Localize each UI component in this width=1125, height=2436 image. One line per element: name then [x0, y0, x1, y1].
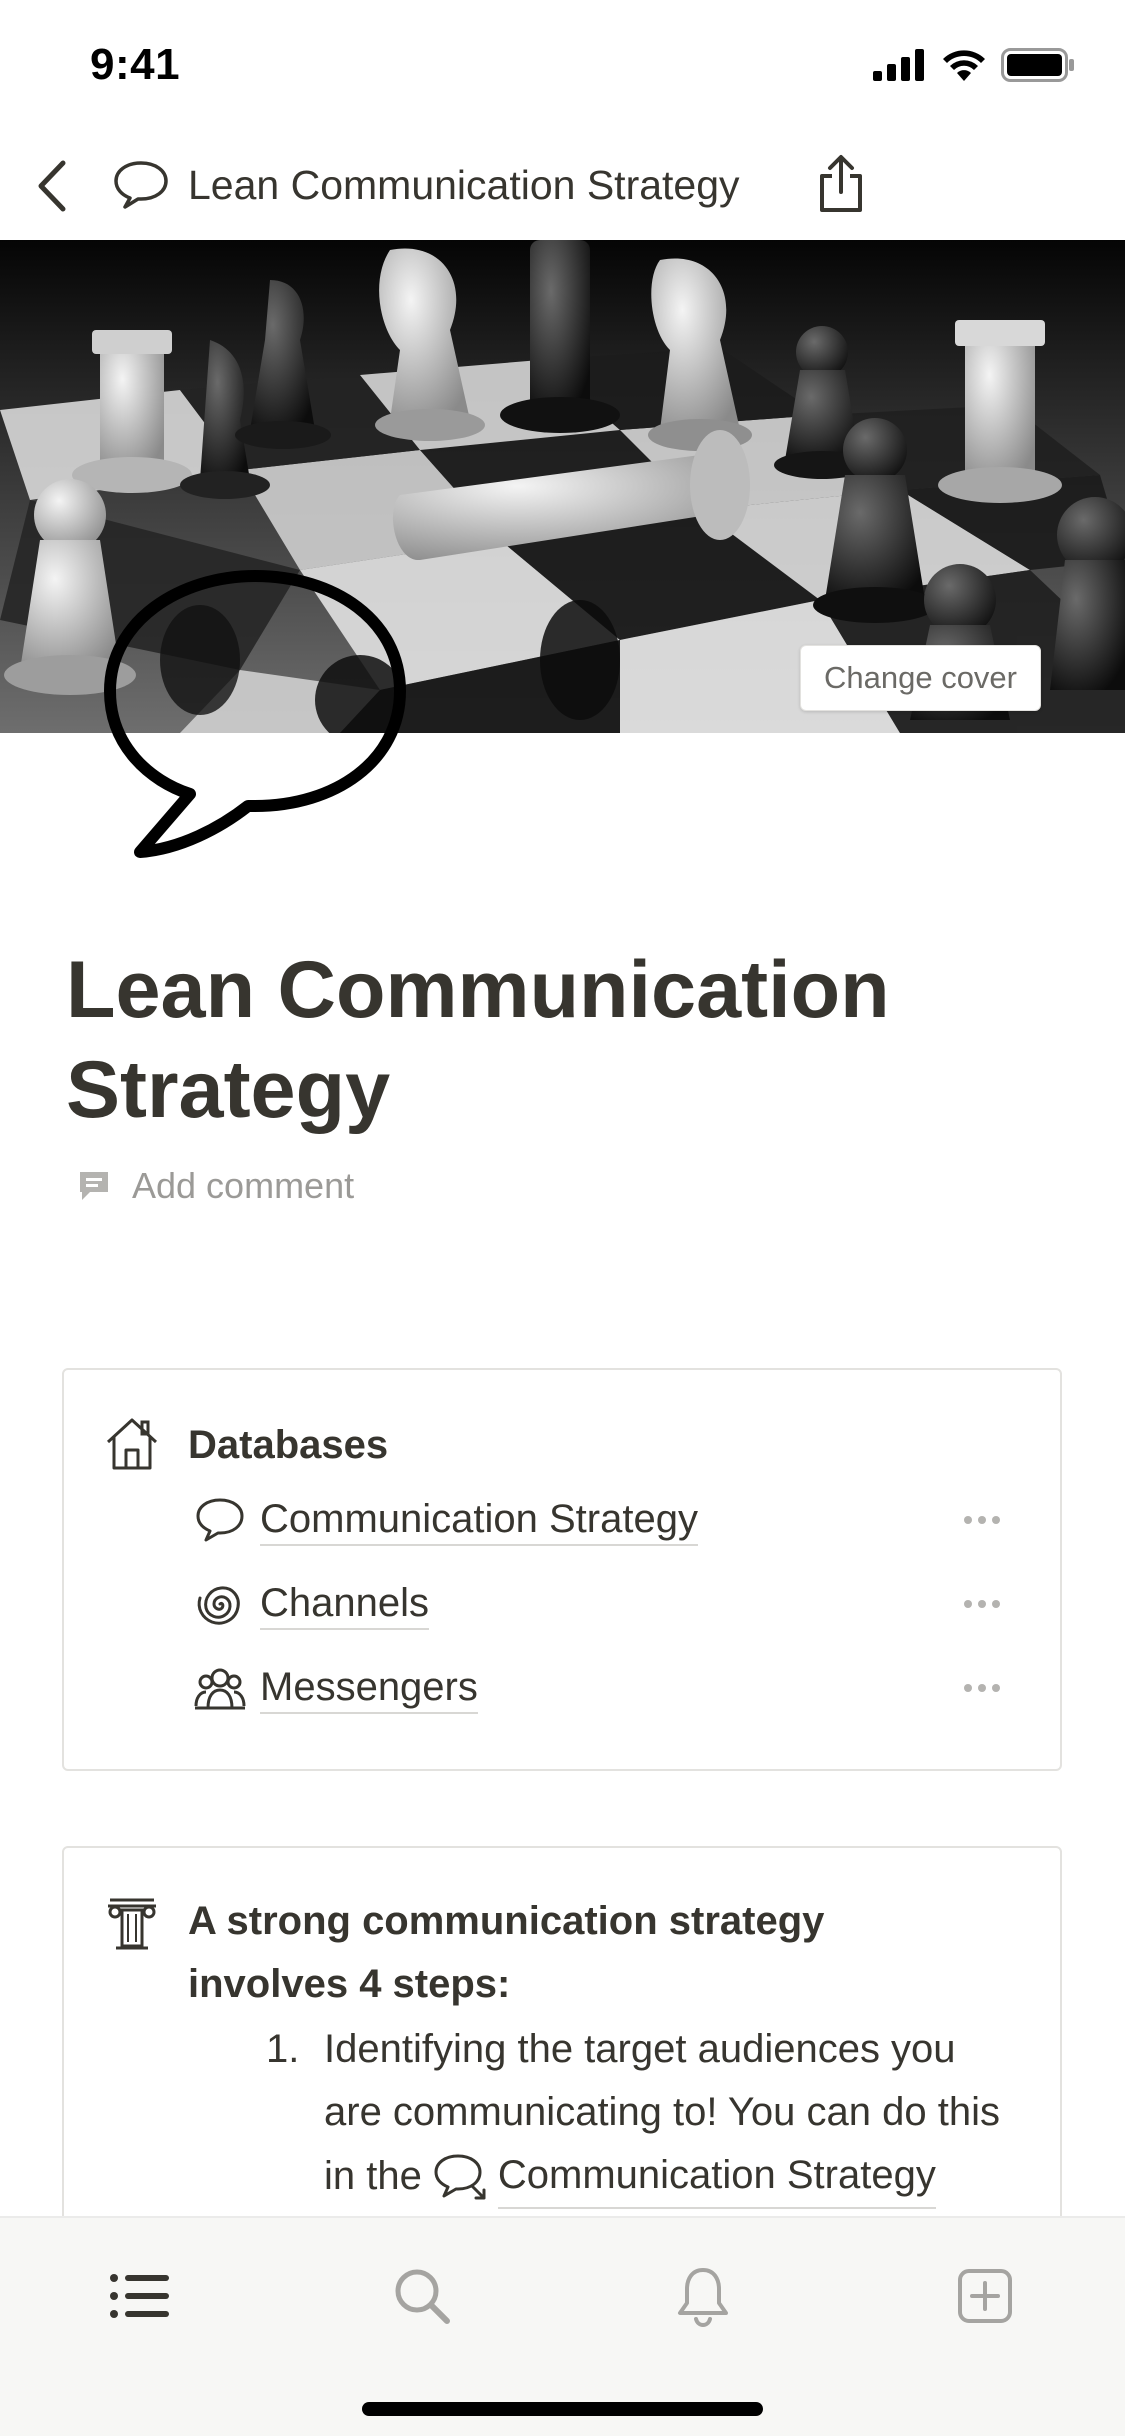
communication-strategy-link[interactable]: Communication Strategy: [497, 2144, 936, 2209]
bell-icon: [678, 2268, 728, 2327]
share-icon: [820, 155, 862, 212]
share-button[interactable]: [808, 146, 874, 222]
list-number: 1.: [266, 2027, 300, 2071]
home-indicator: [362, 2402, 763, 2416]
steps-heading-line1: A strong communication strategy: [188, 1899, 825, 1943]
back-button[interactable]: [22, 152, 82, 220]
speech-bubble-icon: [114, 161, 168, 209]
spiral-icon: [192, 1576, 248, 1632]
speech-bubble-link-icon: [434, 2154, 486, 2199]
add-comment-button[interactable]: Add comment: [76, 1160, 354, 1212]
list-text-line3: in the Communication Strategy: [324, 2144, 1044, 2209]
speech-bubble-icon: [192, 1492, 248, 1548]
databases-callout[interactable]: Databases Communication Strategy Channel…: [62, 1368, 1062, 1771]
more-options-button[interactable]: [952, 1586, 1012, 1622]
list-text-line2: are communicating to! You can do this: [324, 2090, 1000, 2134]
house-icon: [102, 1414, 162, 1474]
database-link-channels[interactable]: Channels: [192, 1568, 1012, 1640]
nav-page-title[interactable]: Lean Communication Strategy: [112, 150, 740, 220]
chevron-left-icon: [38, 160, 66, 212]
list-item[interactable]: 1. Identifying the target audiences you …: [202, 2018, 1022, 2218]
tab-notifications[interactable]: [663, 2256, 743, 2336]
cellular-signal-icon: [873, 49, 924, 81]
database-label: Communication Strategy: [260, 1494, 698, 1546]
steps-heading-line2: involves 4 steps:: [188, 1962, 511, 2006]
list-text: Identifying the target audiences you are…: [324, 2018, 1044, 2209]
page-icon[interactable]: [100, 566, 410, 862]
list-icon: [110, 2274, 169, 2318]
search-icon: [395, 2269, 450, 2324]
pillar-icon: [102, 1892, 162, 1952]
nav-title: Lean Communication Strategy: [188, 161, 740, 208]
wifi-icon: [943, 50, 985, 81]
add-comment-label: Add comment: [132, 1165, 355, 1206]
tab-new-page[interactable]: [945, 2256, 1025, 2336]
nav-bar: Lean Communication Strategy: [0, 132, 1125, 240]
speech-bubble-icon: [104, 570, 406, 858]
database-link-messengers[interactable]: Messengers: [192, 1652, 1012, 1724]
comment-icon: [80, 1172, 108, 1200]
list-text-line1: Identifying the target audiences you: [324, 2027, 956, 2071]
database-label: Channels: [260, 1578, 430, 1630]
database-label: Messengers: [260, 1662, 478, 1714]
page-title[interactable]: Lean Communication Strategy: [66, 940, 1066, 1140]
tab-search[interactable]: [382, 2256, 462, 2336]
status-icons: [873, 48, 1075, 82]
steps-heading: A strong communication strategy involves…: [188, 1890, 824, 2016]
status-bar: 9:41: [0, 0, 1125, 132]
battery-icon: [1001, 48, 1074, 82]
list-text-prefix: in the: [324, 2154, 422, 2198]
people-icon: [192, 1660, 248, 1716]
databases-heading: Databases: [188, 1423, 389, 1467]
more-options-button[interactable]: [952, 1670, 1012, 1706]
more-options-button[interactable]: [952, 1502, 1012, 1538]
tab-list[interactable]: [100, 2256, 180, 2336]
new-page-icon: [958, 2269, 1012, 2323]
status-time: 9:41: [90, 40, 181, 89]
database-link-communication-strategy[interactable]: Communication Strategy: [192, 1484, 1012, 1556]
change-cover-button[interactable]: Change cover: [800, 645, 1041, 711]
